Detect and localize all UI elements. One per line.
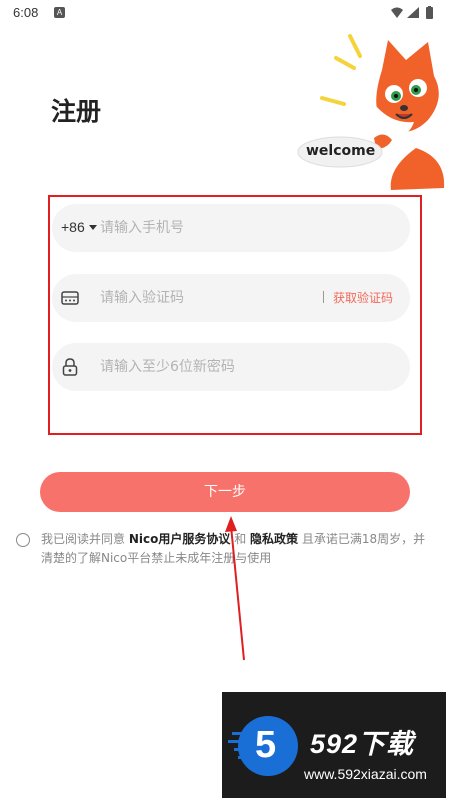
password-input[interactable] [100, 343, 390, 391]
lock-icon [60, 357, 80, 377]
page-title: 注册 [51, 97, 102, 126]
verification-code-field: 获取验证码 [52, 274, 410, 322]
wifi-icon [391, 7, 403, 18]
signal-icon [407, 7, 419, 18]
verification-code-input[interactable] [100, 274, 310, 322]
agreement-prefix: 我已阅读并同意 [41, 532, 126, 546]
country-code-selector[interactable]: +86 [61, 219, 85, 235]
welcome-sign-text: welcome [306, 143, 376, 159]
fox-mascot-icon: welcome [296, 28, 448, 190]
phone-input[interactable] [100, 204, 390, 252]
password-field [52, 343, 410, 391]
next-button[interactable]: 下一步 [40, 472, 410, 512]
watermark-brand: 592下载 [310, 729, 415, 759]
privacy-policy-link[interactable]: 隐私政策 [250, 532, 298, 546]
status-icons [390, 5, 438, 24]
status-time: 6:08 [13, 5, 39, 20]
agreement-radio[interactable] [16, 533, 30, 547]
status-bar: 6:08 A [0, 0, 450, 26]
phone-field: +86 [52, 204, 410, 252]
notification-icon: A [54, 7, 65, 18]
agreement-text: 我已阅读并同意 Nico用户服务协议 和 隐私政策 且承诺已满18周岁，并清楚的… [41, 530, 431, 568]
watermark-banner: 5 592下载 www.592xiazai.com [222, 692, 446, 798]
watermark-logo-char: 5 [255, 724, 277, 766]
sms-code-icon [60, 288, 80, 308]
dropdown-arrow-icon[interactable] [89, 225, 97, 230]
code-divider [323, 291, 324, 303]
get-code-button[interactable]: 获取验证码 [333, 289, 393, 306]
battery-icon [426, 6, 433, 19]
service-agreement-link[interactable]: Nico用户服务协议 [129, 532, 231, 546]
watermark-url: www.592xiazai.com [304, 766, 427, 782]
agreement-and: 和 [234, 532, 247, 546]
